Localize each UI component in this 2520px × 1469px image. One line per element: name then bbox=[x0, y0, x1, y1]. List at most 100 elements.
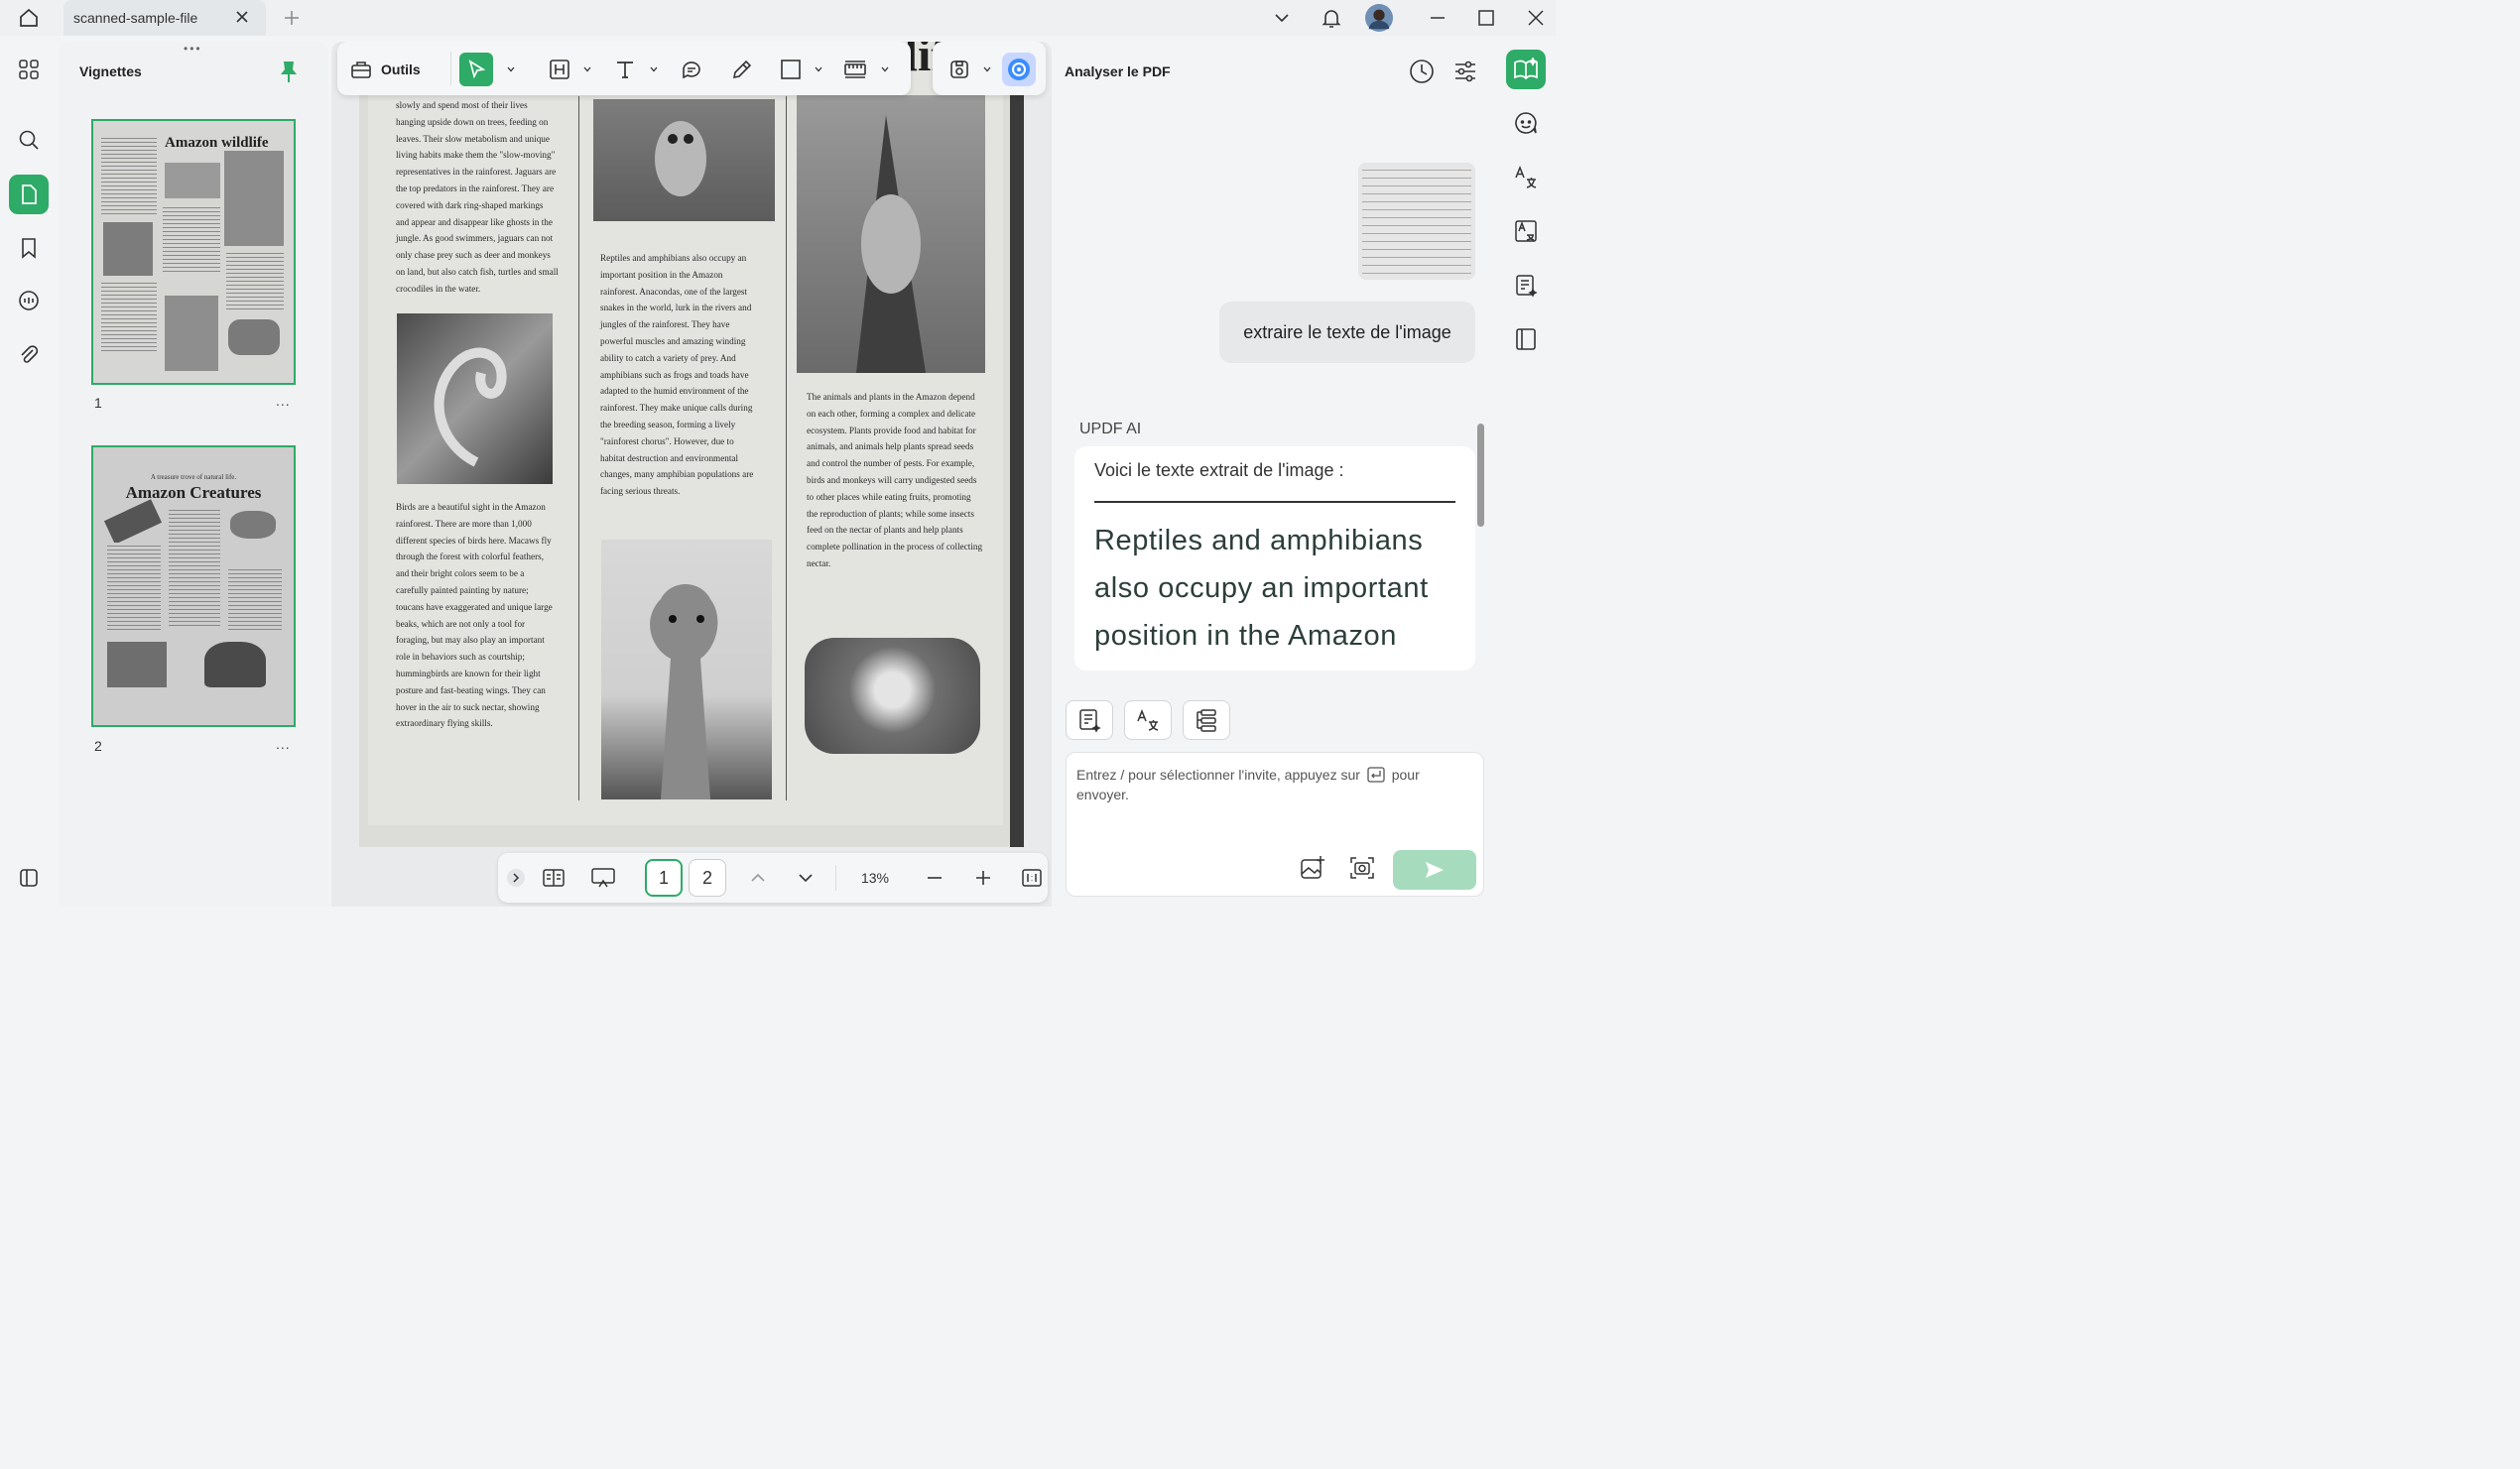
chevron-down-icon bbox=[815, 66, 822, 72]
pencil-icon[interactable] bbox=[725, 53, 759, 86]
column-3-text: The animals and plants in the Amazon dep… bbox=[807, 392, 983, 568]
next-page-icon[interactable] bbox=[790, 862, 821, 894]
actual-size-icon[interactable] bbox=[1016, 862, 1048, 894]
thumbnail-title: Amazon wildlife bbox=[165, 135, 269, 151]
avatar[interactable] bbox=[1365, 4, 1393, 32]
text-tool-icon[interactable] bbox=[608, 53, 642, 86]
ai-panel: Analyser le PDF extraire le texte de l'i… bbox=[1056, 42, 1494, 907]
document-viewer: Amazon wildlife slowly and spend most of… bbox=[331, 42, 1052, 907]
page-thumbnail-2[interactable]: A treasure trove of natural life. Amazon… bbox=[91, 445, 296, 727]
tools-label: Outils bbox=[381, 61, 421, 77]
prompt-placeholder: Entrez / pour sélectionner l'invite, app… bbox=[1076, 767, 1420, 802]
home-icon[interactable] bbox=[15, 4, 43, 32]
title-bar: scanned-sample-file bbox=[0, 0, 1556, 36]
ai-response-intro: Voici le texte extrait de l'image : bbox=[1094, 460, 1455, 503]
panel-title: Vignettes bbox=[79, 63, 142, 79]
thumbnail-kicker: A treasure trove of natural life. bbox=[150, 473, 237, 481]
attachment-icon[interactable] bbox=[9, 335, 49, 375]
apps-icon[interactable] bbox=[9, 50, 49, 89]
thumbnails-icon[interactable] bbox=[9, 175, 49, 214]
zoom-out-icon[interactable] bbox=[919, 862, 950, 894]
close-window-icon[interactable] bbox=[1522, 4, 1550, 32]
comment-tool-icon[interactable] bbox=[675, 53, 708, 86]
save-icon[interactable] bbox=[943, 53, 976, 86]
translate-document-icon[interactable] bbox=[1506, 211, 1546, 251]
edit-toolbar: Outils bbox=[337, 42, 911, 95]
page-content: Amazon wildlife slowly and spend most of… bbox=[368, 42, 1003, 825]
tools-button[interactable]: Outils bbox=[349, 56, 421, 83]
chevron-down-icon bbox=[650, 66, 658, 72]
zoom-level[interactable]: 13% bbox=[849, 862, 901, 894]
scan-shadow bbox=[1010, 42, 1024, 847]
book-icon[interactable] bbox=[1506, 319, 1546, 359]
thumbnail-title: Amazon Creatures bbox=[125, 483, 262, 502]
ai-pdf-reader-icon[interactable] bbox=[1506, 50, 1546, 89]
page-button-1[interactable]: 1 bbox=[645, 859, 683, 897]
chevron-down-icon bbox=[983, 66, 991, 72]
chevron-down-icon bbox=[881, 66, 889, 72]
user-uploaded-image[interactable] bbox=[1358, 163, 1475, 280]
page-thumbnail-1[interactable]: Amazon wildlife bbox=[91, 119, 296, 385]
send-icon bbox=[1426, 862, 1444, 878]
shape-tool-icon[interactable] bbox=[774, 53, 808, 86]
new-tab-icon[interactable] bbox=[278, 4, 306, 32]
zoom-in-icon[interactable] bbox=[967, 862, 999, 894]
thumbnail-page-number: 2 bbox=[94, 738, 102, 754]
translate-icon[interactable] bbox=[1506, 158, 1546, 197]
search-icon[interactable] bbox=[9, 120, 49, 160]
summarize-icon bbox=[1079, 709, 1101, 733]
right-sidebar bbox=[1496, 42, 1556, 907]
toolbox-icon bbox=[351, 61, 371, 78]
chat-scrollbar[interactable] bbox=[1477, 424, 1484, 527]
thumbnails-panel: Vignettes ••• Amazon wildlife 1 ... A tr… bbox=[60, 42, 327, 907]
column-1-top-text: slowly and spend most of their lives han… bbox=[396, 100, 559, 294]
highlight-text-icon[interactable] bbox=[543, 53, 576, 86]
explain-prompt-button[interactable] bbox=[1183, 700, 1230, 740]
minimize-icon[interactable] bbox=[1424, 4, 1451, 32]
ai-assistant-icon[interactable] bbox=[1002, 53, 1036, 86]
drag-handle[interactable]: ••• bbox=[184, 42, 202, 56]
send-button[interactable] bbox=[1393, 850, 1476, 890]
giraffe-photo bbox=[601, 540, 772, 799]
tab-title: scanned-sample-file bbox=[73, 10, 198, 26]
barn-owl-photo bbox=[805, 638, 980, 754]
summarize-prompt-button[interactable] bbox=[1066, 700, 1113, 740]
presentation-icon[interactable] bbox=[587, 862, 619, 894]
ai-sender-name: UPDF AI bbox=[1079, 421, 1142, 437]
settings-sliders-icon[interactable] bbox=[1452, 58, 1478, 85]
chevron-down-icon bbox=[507, 66, 515, 72]
prompt-input[interactable]: Entrez / pour sélectionner l'invite, app… bbox=[1066, 752, 1484, 897]
select-tool-icon[interactable] bbox=[459, 53, 493, 86]
bookmark-icon[interactable] bbox=[9, 228, 49, 268]
layers-icon[interactable] bbox=[9, 858, 49, 898]
screenshot-icon[interactable] bbox=[1348, 854, 1376, 882]
mind-map-icon bbox=[1197, 709, 1216, 732]
measure-tool-icon[interactable] bbox=[838, 53, 872, 86]
translate-prompt-button[interactable] bbox=[1124, 700, 1172, 740]
owl-photo bbox=[593, 99, 775, 221]
ai-response: Voici le texte extrait de l'image : Rept… bbox=[1074, 446, 1475, 671]
left-sidebar bbox=[0, 42, 58, 907]
user-message: extraire le texte de l'image bbox=[1219, 302, 1475, 363]
column-1-bottom-text: Birds are a beautiful sight in the Amazo… bbox=[396, 502, 553, 729]
close-tab-icon[interactable] bbox=[232, 7, 252, 27]
maximize-icon[interactable] bbox=[1472, 4, 1500, 32]
thumbnail-more-button[interactable]: ... bbox=[276, 736, 291, 752]
chevron-down-icon[interactable] bbox=[1268, 4, 1296, 32]
pin-icon[interactable] bbox=[279, 60, 299, 83]
summarize-icon[interactable] bbox=[1506, 266, 1546, 306]
expand-icon[interactable] bbox=[500, 862, 532, 894]
thumbnail-more-button[interactable]: ... bbox=[276, 393, 291, 409]
bell-icon[interactable] bbox=[1318, 4, 1345, 32]
image-upload-icon[interactable] bbox=[1299, 854, 1326, 882]
page-layout-icon[interactable] bbox=[538, 862, 569, 894]
ai-chat-icon[interactable] bbox=[1506, 103, 1546, 143]
translate-icon bbox=[1137, 708, 1159, 731]
frog-photo bbox=[797, 95, 985, 373]
page-button-2[interactable]: 2 bbox=[689, 859, 726, 897]
document-tab[interactable]: scanned-sample-file bbox=[63, 0, 266, 36]
history-icon[interactable] bbox=[1408, 58, 1436, 85]
previous-page-icon[interactable] bbox=[742, 862, 774, 894]
secondary-toolbar bbox=[933, 42, 1046, 95]
comments-icon[interactable] bbox=[9, 282, 49, 321]
